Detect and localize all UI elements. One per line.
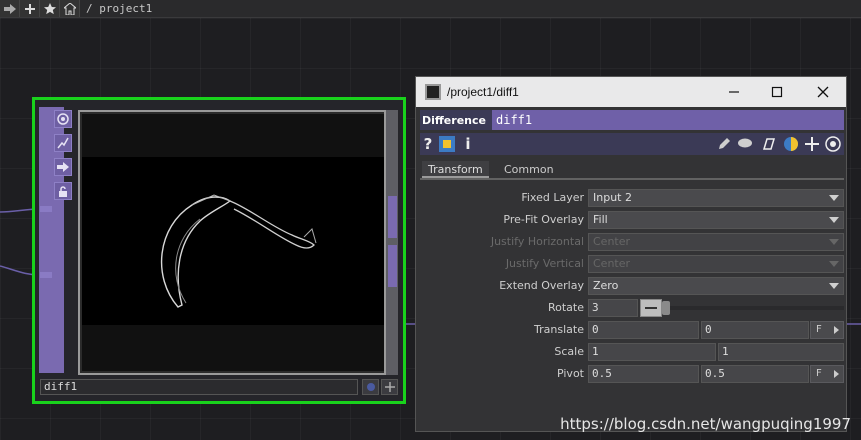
operator-header: Difference diff1 (420, 110, 844, 130)
tab-transform[interactable]: Transform (422, 161, 489, 178)
parameter-tabs: Transform Common (420, 159, 844, 180)
viewer-toggle-icon[interactable] (362, 379, 379, 395)
window-app-icon (425, 84, 441, 100)
python-help-icon[interactable] (438, 135, 456, 153)
network-toolbar: / project1 (0, 0, 861, 18)
close-icon[interactable] (815, 84, 831, 100)
input-connector-2[interactable] (40, 272, 52, 278)
pivot-y-field[interactable]: 0.5 (701, 365, 809, 383)
home-icon[interactable] (60, 0, 80, 17)
viewer-image (82, 157, 384, 325)
breadcrumb[interactable]: / project1 (86, 2, 152, 15)
lock-icon[interactable] (54, 182, 72, 200)
maximize-icon[interactable] (769, 84, 785, 100)
chevron-down-icon (829, 261, 839, 267)
input-connector-1[interactable] (40, 206, 52, 212)
operator-name-field[interactable]: diff1 (492, 110, 844, 130)
viewer-letterbox-bottom (82, 325, 384, 371)
param-rotate: Rotate 3 (420, 298, 844, 318)
param-pivot: Pivot 0.5 0.5 F (420, 364, 844, 384)
translate-y-field[interactable]: 0 (701, 321, 809, 339)
parameter-window[interactable]: /project1/diff1 Difference diff1 ? i Tra… (415, 76, 847, 432)
viewer-letterbox-top (82, 114, 384, 157)
tab-common[interactable]: Common (498, 161, 560, 178)
menu-value: Fill (593, 213, 608, 226)
node-flag-buttons (362, 379, 398, 395)
target-icon[interactable] (824, 135, 842, 153)
window-title: /project1/diff1 (447, 85, 519, 99)
chevron-down-icon (829, 239, 839, 245)
param-extend-overlay: Extend Overlay Zero (420, 276, 844, 296)
translate-unit-button[interactable]: F (810, 321, 844, 339)
unit-label: F (816, 368, 822, 379)
pivot-x-field[interactable]: 0.5 (588, 365, 699, 383)
param-label: Fixed Layer (521, 191, 584, 204)
param-label: Extend Overlay (499, 279, 584, 292)
chevron-down-icon (829, 217, 839, 223)
fixed-layer-menu[interactable]: Input 2 (588, 189, 844, 207)
rotate-slider-track[interactable] (640, 306, 844, 310)
arrow-right-icon[interactable] (0, 0, 20, 17)
param-justify-vertical: Justify Vertical Center (420, 254, 844, 274)
clone-icon[interactable] (760, 135, 778, 153)
pin-icon[interactable] (381, 379, 398, 395)
node-viewer[interactable] (78, 110, 386, 375)
param-label: Justify Vertical (505, 257, 584, 270)
banana-outline-image (160, 194, 317, 308)
rotate-slider-thumb[interactable] (662, 301, 670, 315)
viewer-icon[interactable] (54, 110, 72, 128)
param-translate: Translate 0 0 F (420, 320, 844, 340)
param-label: Pivot (556, 367, 584, 380)
comment-icon[interactable] (736, 135, 754, 153)
node-name-field[interactable]: diff1 (40, 379, 358, 395)
param-label: Scale (554, 345, 584, 358)
node-output-rail (386, 110, 398, 375)
menu-value: Input 2 (593, 191, 632, 204)
param-label: Pre-Fit Overlay (503, 213, 584, 226)
param-label: Justify Horizontal (490, 235, 584, 248)
menu-value: Zero (593, 279, 619, 292)
param-label: Translate (534, 323, 584, 336)
chevron-down-icon (829, 283, 839, 289)
prefit-overlay-menu[interactable]: Fill (588, 211, 844, 229)
menu-value: Center (593, 257, 631, 270)
scale-x-field[interactable]: 1 (588, 343, 716, 361)
unit-label: F (816, 324, 822, 335)
export-icon[interactable] (54, 158, 72, 176)
plus-icon[interactable] (20, 0, 40, 17)
info-icon[interactable]: i (462, 135, 474, 153)
param-fixed-layer: Fixed Layer Input 2 (420, 188, 844, 208)
bypass-icon[interactable] (54, 134, 72, 152)
param-scale: Scale 1 1 (420, 342, 844, 362)
param-prefit-overlay: Pre-Fit Overlay Fill (420, 210, 844, 230)
translate-x-field[interactable]: 0 (588, 321, 699, 339)
param-label: Rotate (547, 301, 584, 314)
star-icon[interactable] (40, 0, 60, 17)
help-icon[interactable]: ? (422, 135, 434, 153)
param-justify-horizontal: Justify Horizontal Center (420, 232, 844, 252)
edit-icon[interactable] (716, 135, 732, 153)
watermark: https://blog.csdn.net/wangpuqing1997 (560, 415, 851, 433)
chevron-right-icon (834, 370, 839, 378)
menu-value: Center (593, 235, 631, 248)
pivot-unit-button[interactable]: F (810, 365, 844, 383)
operator-icon-row: ? i (420, 133, 844, 155)
add-icon[interactable] (804, 135, 820, 153)
rotate-slider-handle[interactable] (640, 299, 662, 317)
justify-horizontal-menu: Center (588, 233, 844, 251)
output-connector-1[interactable] (388, 196, 397, 238)
rotate-field[interactable]: 3 (588, 299, 638, 317)
chevron-down-icon (829, 195, 839, 201)
output-connector-2[interactable] (388, 245, 397, 287)
justify-vertical-menu: Center (588, 255, 844, 273)
parameter-window-titlebar[interactable]: /project1/diff1 (416, 77, 846, 107)
chevron-right-icon (834, 326, 839, 334)
diff1-node[interactable]: diff1 (32, 97, 406, 404)
minimize-icon[interactable] (726, 84, 742, 100)
python-icon[interactable] (782, 135, 800, 153)
scale-y-field[interactable]: 1 (718, 343, 844, 361)
operator-type: Difference (422, 113, 486, 127)
extend-overlay-menu[interactable]: Zero (588, 277, 844, 295)
